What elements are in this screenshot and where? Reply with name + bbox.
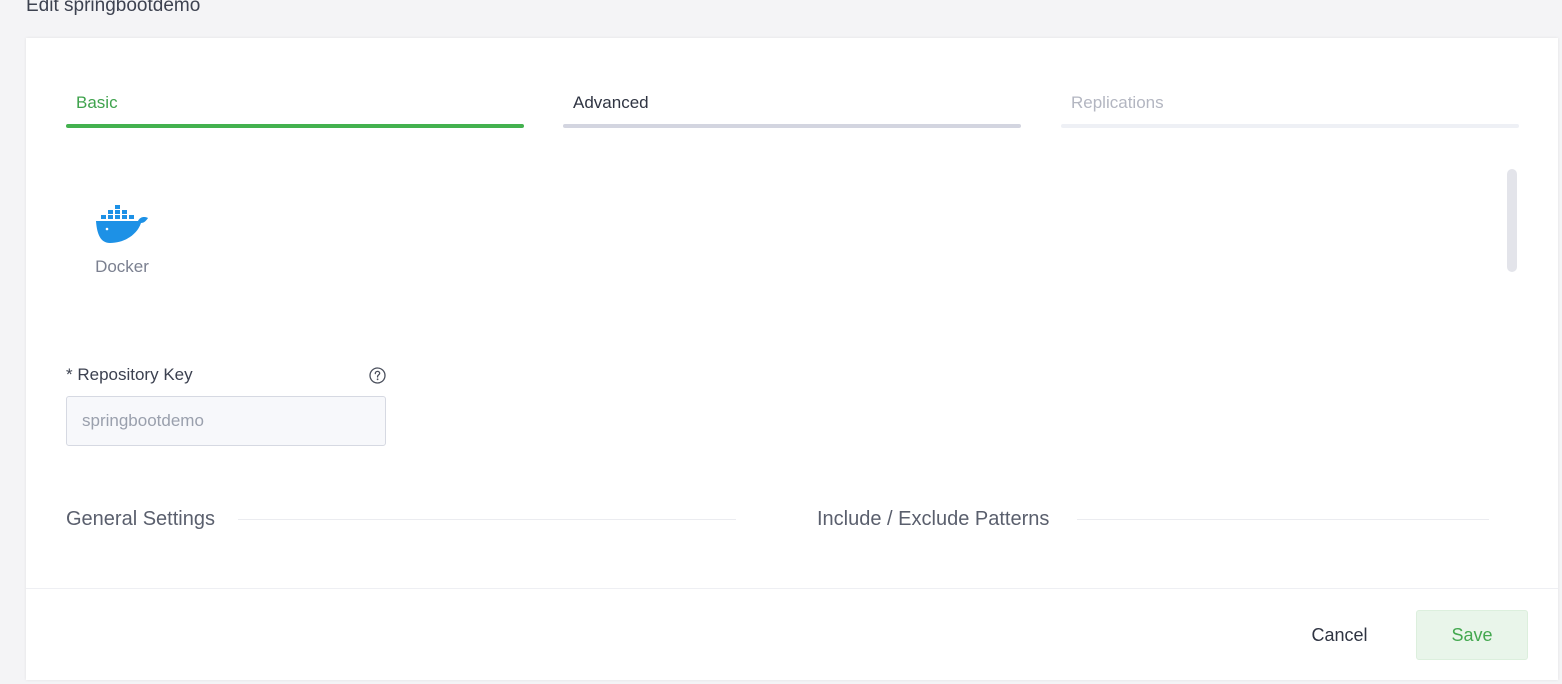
tab-replications[interactable]: Replications: [1061, 88, 1519, 128]
tab-replications-indicator: [1061, 124, 1519, 128]
include-exclude-patterns-title: Include / Exclude Patterns: [817, 508, 1050, 530]
package-type-label: Docker: [95, 257, 149, 276]
tab-basic-indicator: [66, 124, 524, 128]
general-settings-title: General Settings: [66, 508, 215, 530]
save-button[interactable]: Save: [1416, 610, 1528, 660]
docker-whale-icon: [94, 203, 150, 250]
content-scrollbar[interactable]: [1507, 169, 1517, 272]
section-divider: [1077, 519, 1489, 520]
page-title: Edit springbootdemo: [26, 0, 201, 16]
include-exclude-patterns-header: Include / Exclude Patterns: [817, 507, 1489, 533]
wizard-tabs: Basic Advanced Replications: [66, 88, 1519, 128]
dialog-footer: Cancel Save: [26, 588, 1558, 680]
repository-key-label: * Repository Key: [66, 365, 193, 384]
tab-basic[interactable]: Basic: [66, 88, 524, 128]
edit-repository-panel: Basic Advanced Replications Docker * Rep…: [26, 38, 1558, 680]
question-circle-icon[interactable]: [369, 367, 386, 389]
tab-basic-label: Basic: [76, 93, 118, 112]
general-settings-header: General Settings: [66, 507, 736, 533]
tab-advanced[interactable]: Advanced: [563, 88, 1021, 128]
tab-replications-label: Replications: [1071, 93, 1164, 112]
section-divider: [238, 519, 736, 520]
tab-advanced-indicator: [563, 124, 1021, 128]
cancel-button[interactable]: Cancel: [1292, 610, 1387, 660]
repository-key-input[interactable]: [66, 396, 386, 446]
tab-advanced-label: Advanced: [573, 93, 649, 112]
